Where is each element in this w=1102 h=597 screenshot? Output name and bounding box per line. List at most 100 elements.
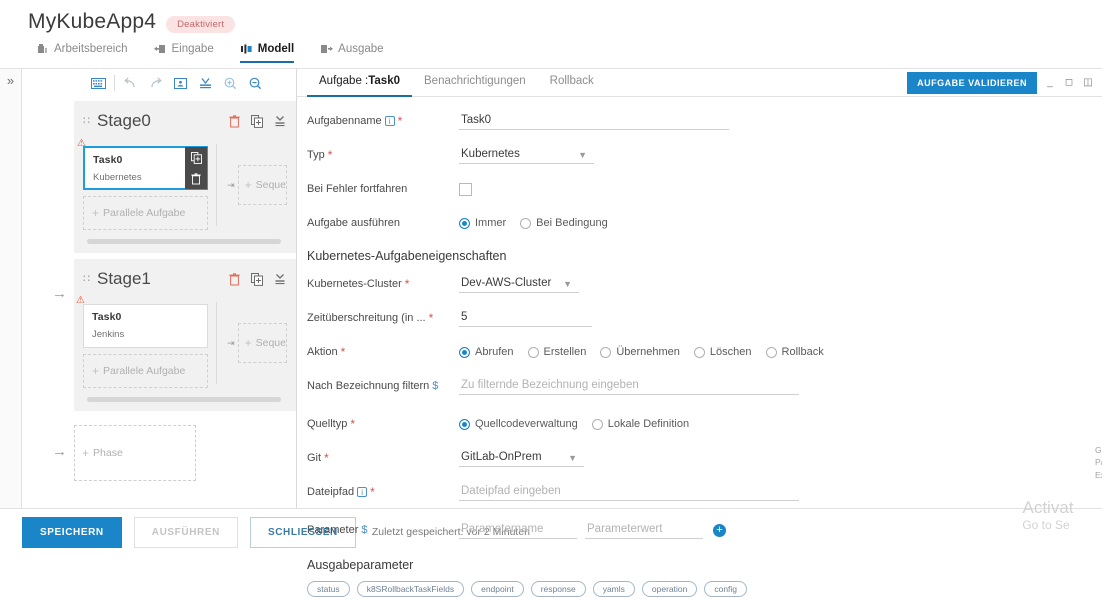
horizontal-scrollbar[interactable] <box>87 239 281 244</box>
align-icon[interactable] <box>193 72 218 94</box>
stage-name: Stage1 <box>97 269 151 288</box>
type-select-wrap: Kubernetes ▼ <box>459 146 594 164</box>
tab-arbeitsbereich[interactable]: Arbeitsbereich <box>36 43 128 63</box>
collapse-icon[interactable] <box>273 114 287 129</box>
radio-bei-bedingung[interactable]: Bei Bedingung <box>520 217 608 229</box>
label-text: Bei Fehler fortfahren <box>307 183 408 195</box>
field-label: Nach Bezeichnung filtern $ <box>307 380 459 392</box>
task-card[interactable]: ⚠ Task0 Jenkins <box>76 296 209 348</box>
output-chip[interactable]: config <box>704 581 748 597</box>
tab-aufgabe[interactable]: Aufgabe :Task0 <box>307 75 412 97</box>
task-name-input[interactable] <box>459 112 729 130</box>
parameter-value-input[interactable] <box>585 521 703 539</box>
maximize-icon[interactable]: ◻ <box>1063 77 1075 88</box>
tab-task-name: Task0 <box>368 74 400 87</box>
timeout-input[interactable] <box>459 309 592 327</box>
git-select[interactable]: GitLab-OnPrem <box>459 449 584 467</box>
info-icon[interactable]: i <box>384 116 395 126</box>
sequence-column: ⇥ + Seque <box>227 140 287 230</box>
kubernetes-cluster-select[interactable]: Dev-AWS-Cluster <box>459 275 579 293</box>
radio-erstellen[interactable]: Erstellen <box>527 346 586 358</box>
tab-eingabe[interactable]: Eingabe <box>153 43 214 63</box>
output-chip[interactable]: k8SRollbackTaskFields <box>356 581 465 597</box>
radio-immer[interactable]: Immer <box>459 217 506 229</box>
tab-ausgabe[interactable]: Ausgabe <box>320 43 384 63</box>
keyboard-shortcuts-icon[interactable] <box>86 72 111 94</box>
continue-on-error-checkbox[interactable] <box>459 182 472 196</box>
radio-label: Abrufen <box>475 346 514 358</box>
info-icon[interactable]: i <box>357 487 368 497</box>
pipeline-canvas[interactable]: ∷ Stage0 ⚠ Task0 Kubernetes + Parallele … <box>22 69 297 508</box>
radio-rollback[interactable]: Rollback <box>765 346 824 358</box>
type-select[interactable]: Kubernetes <box>459 146 594 164</box>
task-title: Task0 <box>93 154 123 166</box>
detail-tools: AUFGABE VALIDIEREN _ ◻ ◫ <box>907 71 1094 100</box>
output-section-title: Ausgabeparameter <box>307 558 414 572</box>
stage-card-0[interactable]: ∷ Stage0 ⚠ Task0 Kubernetes + Parallele … <box>74 101 296 253</box>
radio-quellcodeverwaltung[interactable]: Quellcodeverwaltung <box>459 418 578 430</box>
filter-label-input[interactable] <box>459 377 799 395</box>
output-chip[interactable]: operation <box>641 581 698 597</box>
tab-modell[interactable]: Modell <box>239 43 295 63</box>
output-chip[interactable]: status <box>307 581 350 597</box>
dock-icon[interactable]: ◫ <box>1082 77 1094 88</box>
drag-handle-icon[interactable]: ∷ <box>83 115 90 127</box>
fit-to-screen-icon[interactable] <box>168 72 193 94</box>
field-row-cluster: Kubernetes-Cluster * Dev-AWS-Cluster ▼ <box>307 272 1102 296</box>
parameter-hint: Geben Sie unten die in der YAML-Datei ve… <box>1095 444 1102 481</box>
cluster-select-wrap: Dev-AWS-Cluster ▼ <box>459 275 579 293</box>
run-button: AUSFÜHREN <box>133 516 238 548</box>
stage-header: ∷ Stage1 <box>83 266 287 292</box>
field-row-source-type: Quelltyp * Quellcodeverwaltung Lokale De… <box>307 412 1102 436</box>
task-card[interactable]: ⚠ Task0 Kubernetes <box>77 139 209 190</box>
save-button[interactable]: SPEICHERN <box>22 516 122 548</box>
add-sequential-task-placeholder[interactable]: + Seque <box>237 323 287 363</box>
radio-lokale-definition[interactable]: Lokale Definition <box>591 418 689 430</box>
undo-icon[interactable] <box>118 72 143 94</box>
detail-tabs: Aufgabe :Task0 Benachrichtigungen Rollba… <box>297 69 1102 97</box>
field-row-filepath: Dateipfad i * <box>307 480 1102 504</box>
stage-name: Stage0 <box>97 111 151 130</box>
input-icon <box>153 43 167 55</box>
tab-rollback[interactable]: Rollback <box>538 75 606 97</box>
zoom-in-icon[interactable] <box>218 72 243 94</box>
add-phase-placeholder[interactable]: + Phase <box>74 425 196 481</box>
validate-task-button[interactable]: AUFGABE VALIDIEREN <box>907 71 1037 94</box>
radio-uebernehmen[interactable]: Übernehmen <box>600 346 680 358</box>
delete-task-icon[interactable] <box>191 172 201 185</box>
field-control <box>459 182 1102 196</box>
field-label: Kubernetes-Cluster * <box>307 278 459 290</box>
add-parallel-task-placeholder[interactable]: + Parallele Aufgabe <box>83 354 209 388</box>
parameter-name-input[interactable] <box>459 521 577 539</box>
collapse-icon[interactable] <box>273 272 287 287</box>
sequence-column: ⇥ + Seque <box>227 298 287 388</box>
tab-benachrichtigungen[interactable]: Benachrichtigungen <box>412 75 538 97</box>
placeholder-label: Parallele Aufgabe <box>103 207 186 219</box>
radio-abrufen[interactable]: Abrufen <box>459 346 514 358</box>
label-text: Zeitüberschreitung (in ... <box>307 312 426 324</box>
variable-marker: $ <box>432 380 439 392</box>
radio-loeschen[interactable]: Löschen <box>693 346 752 358</box>
output-chip[interactable]: response <box>530 581 586 597</box>
add-parameter-icon[interactable]: + <box>713 523 726 537</box>
output-chip[interactable]: endpoint <box>471 581 524 597</box>
add-parallel-task-placeholder[interactable]: + Parallele Aufgabe <box>83 196 209 230</box>
output-chip[interactable]: yamls <box>592 581 635 597</box>
expand-panel-icon[interactable]: » <box>0 73 21 88</box>
field-row-continue-on-error: Bei Fehler fortfahren <box>307 177 1102 201</box>
delete-icon[interactable] <box>227 114 241 129</box>
model-icon <box>240 43 253 55</box>
minimize-icon[interactable]: _ <box>1044 77 1056 88</box>
zoom-out-icon[interactable] <box>243 72 268 94</box>
copy-task-icon[interactable] <box>190 151 202 164</box>
copy-icon[interactable] <box>250 272 264 287</box>
tab-label: Eingabe <box>171 43 214 55</box>
add-sequential-task-placeholder[interactable]: + Seque <box>237 165 287 205</box>
copy-icon[interactable] <box>250 114 264 129</box>
horizontal-scrollbar[interactable] <box>87 397 281 402</box>
filepath-input[interactable] <box>459 483 799 501</box>
delete-icon[interactable] <box>227 272 241 287</box>
drag-handle-icon[interactable]: ∷ <box>83 273 90 285</box>
stage-card-1[interactable]: ∷ Stage1 ⚠ Task0 Jenkins + Parallele Auf… <box>74 259 296 411</box>
redo-icon[interactable] <box>143 72 168 94</box>
